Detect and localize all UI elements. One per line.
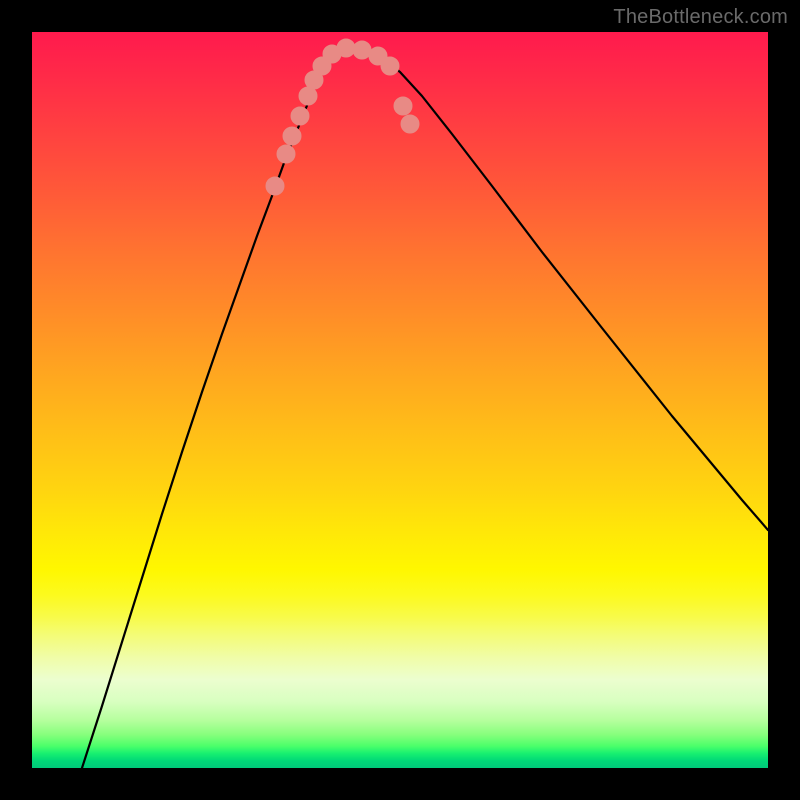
plot-area	[32, 32, 768, 768]
curve-marker	[283, 127, 301, 145]
curve-marker	[353, 41, 371, 59]
bottleneck-curve	[82, 48, 768, 768]
chart-frame: TheBottleneck.com	[0, 0, 800, 800]
curve-overlay	[32, 32, 768, 768]
curve-marker	[277, 145, 295, 163]
curve-marker	[401, 115, 419, 133]
curve-marker	[337, 39, 355, 57]
curve-markers	[266, 39, 419, 195]
curve-marker	[291, 107, 309, 125]
curve-marker	[394, 97, 412, 115]
curve-marker	[299, 87, 317, 105]
curve-marker	[381, 57, 399, 75]
curve-marker	[266, 177, 284, 195]
watermark-text: TheBottleneck.com	[613, 6, 788, 29]
